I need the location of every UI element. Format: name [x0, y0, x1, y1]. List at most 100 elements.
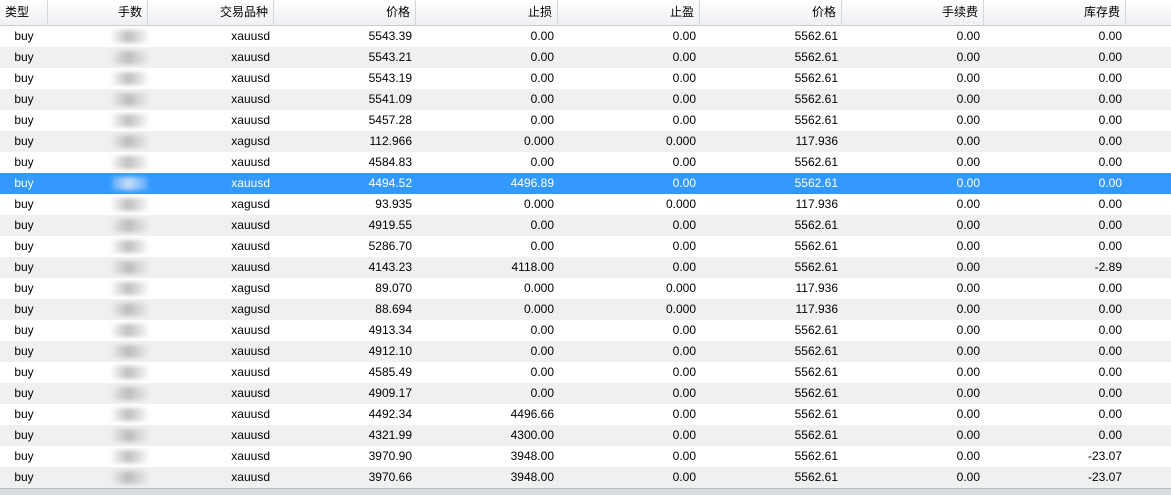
- table-row[interactable]: buy xauusd 4919.55 0.00 0.00 5562.61 0.00 0.00: [0, 215, 1171, 236]
- cell-stop-loss: 0.00: [530, 218, 554, 232]
- cell-price-open: 5543.19: [368, 71, 412, 85]
- cell-take-profit: 0.00: [672, 155, 696, 169]
- column-header-symbol[interactable]: 交易品种: [148, 0, 274, 25]
- redacted-lots-value: [112, 30, 148, 43]
- table-row[interactable]: buy xauusd 4909.17 0.00 0.00 5562.61 0.00 0.00: [0, 383, 1171, 404]
- table-body: buy xauusd 5543.39 0.00 0.00 5562.61 0.00 0.00 b…: [0, 26, 1171, 488]
- cell-price-open: 4913.34: [368, 323, 412, 337]
- cell-price-current: 5562.61: [794, 323, 838, 337]
- cell-price-current: 117.936: [795, 197, 839, 211]
- table-row[interactable]: buy xauusd 5543.21 0.00 0.00 5562.61 0.00 0.00: [0, 47, 1171, 68]
- redacted-lots-value: [112, 387, 148, 400]
- redacted-lots-value: [112, 198, 148, 211]
- cell-swap: -23.07: [1087, 449, 1122, 463]
- column-header-stop-loss[interactable]: 止损: [416, 0, 558, 25]
- column-header-type[interactable]: 类型: [0, 0, 48, 25]
- cell-stop-loss: 0.000: [523, 134, 554, 148]
- redacted-lots-value: [112, 450, 148, 463]
- cell-price-open: 93.935: [375, 197, 412, 211]
- cell-price-current: 5562.61: [794, 29, 838, 43]
- table-row[interactable]: buy xagusd 89.070 0.000 0.000 117.936 0.00 0.00: [0, 278, 1171, 299]
- table-row[interactable]: buy xauusd 4913.34 0.00 0.00 5562.61 0.00 0.00: [0, 320, 1171, 341]
- cell-type: buy: [14, 344, 34, 358]
- cell-commission: 0.00: [956, 134, 980, 148]
- cell-take-profit: 0.000: [665, 281, 696, 295]
- table-row[interactable]: buy xauusd 3970.90 3948.00 0.00 5562.61 0.00 -2…: [0, 446, 1171, 467]
- cell-price-current: 5562.61: [794, 365, 838, 379]
- cell-take-profit: 0.00: [672, 176, 696, 190]
- cell-swap: 0.00: [1098, 323, 1122, 337]
- table-row[interactable]: buy xagusd 112.966 0.000 0.000 117.936 0.00 0.0…: [0, 131, 1171, 152]
- cell-stop-loss: 4118.00: [511, 260, 555, 274]
- cell-swap: 0.00: [1098, 218, 1122, 232]
- table-row[interactable]: buy xauusd 5457.28 0.00 0.00 5562.61 0.00 0.00: [0, 110, 1171, 131]
- cell-symbol: xauusd: [231, 29, 270, 43]
- cell-price-current: 5562.61: [794, 218, 838, 232]
- cell-commission: 0.00: [956, 113, 980, 127]
- cell-symbol: xauusd: [231, 323, 270, 337]
- cell-commission: 0.00: [956, 449, 980, 463]
- cell-symbol: xauusd: [231, 344, 270, 358]
- cell-symbol: xauusd: [231, 365, 270, 379]
- cell-price-current: 5562.61: [794, 92, 838, 106]
- cell-stop-loss: 0.00: [530, 155, 554, 169]
- cell-symbol: xauusd: [231, 239, 270, 253]
- cell-price-current: 5562.61: [794, 239, 838, 253]
- cell-stop-loss: 0.00: [530, 344, 554, 358]
- table-row[interactable]: buy xauusd 5543.39 0.00 0.00 5562.61 0.00 0.00: [0, 26, 1171, 47]
- cell-swap: 0.00: [1098, 302, 1122, 316]
- table-row[interactable]: buy xauusd 4492.34 4496.66 0.00 5562.61 0.00 0.…: [0, 404, 1171, 425]
- cell-take-profit: 0.00: [672, 365, 696, 379]
- table-row[interactable]: buy xauusd 5541.09 0.00 0.00 5562.61 0.00 0.00: [0, 89, 1171, 110]
- cell-commission: 0.00: [956, 386, 980, 400]
- column-header-lots[interactable]: 手数: [48, 0, 148, 25]
- column-header-commission[interactable]: 手续费: [842, 0, 984, 25]
- column-header-filler: [1126, 0, 1171, 25]
- table-row[interactable]: buy xauusd 3970.66 3948.00 0.00 5562.61 0.00 -2…: [0, 467, 1171, 488]
- cell-swap: 0.00: [1098, 113, 1122, 127]
- column-header-price-current[interactable]: 价格: [700, 0, 842, 25]
- column-header-take-profit[interactable]: 止盈: [558, 0, 700, 25]
- cell-price-open: 3970.66: [368, 470, 412, 484]
- cell-stop-loss: 3948.00: [510, 470, 554, 484]
- cell-price-open: 4585.49: [368, 365, 412, 379]
- redacted-lots-value: [112, 471, 148, 484]
- cell-price-open: 4919.55: [368, 218, 412, 232]
- cell-type: buy: [14, 113, 34, 127]
- cell-price-current: 5562.61: [794, 50, 838, 64]
- table-row[interactable]: buy xauusd 4143.23 4118.00 0.00 5562.61 0.00 -2…: [0, 257, 1171, 278]
- cell-price-current: 117.936: [795, 134, 839, 148]
- cell-swap: 0.00: [1098, 344, 1122, 358]
- table-row[interactable]: buy xauusd 4585.49 0.00 0.00 5562.61 0.00 0.00: [0, 362, 1171, 383]
- cell-symbol: xauusd: [231, 428, 270, 442]
- cell-symbol: xagusd: [231, 281, 270, 295]
- cell-take-profit: 0.00: [672, 239, 696, 253]
- cell-commission: 0.00: [956, 155, 980, 169]
- cell-take-profit: 0.00: [672, 407, 696, 421]
- table-row[interactable]: buy xagusd 93.935 0.000 0.000 117.936 0.00 0.00: [0, 194, 1171, 215]
- table-row[interactable]: buy xauusd 5286.70 0.00 0.00 5562.61 0.00 0.00: [0, 236, 1171, 257]
- table-row[interactable]: buy xauusd 4494.52 4496.89 0.00 5562.61 0.00 0.…: [0, 173, 1171, 194]
- table-row[interactable]: buy xauusd 4321.99 4300.00 0.00 5562.61 0.00 0.…: [0, 425, 1171, 446]
- table-row[interactable]: buy xauusd 4584.83 0.00 0.00 5562.61 0.00 0.00: [0, 152, 1171, 173]
- redacted-lots-value: [112, 366, 148, 379]
- table-header: 类型 手数 交易品种 价格 止损 止盈 价格 手续费 库存费: [0, 0, 1171, 26]
- cell-type: buy: [14, 50, 34, 64]
- cell-symbol: xauusd: [231, 71, 270, 85]
- cell-type: buy: [14, 281, 34, 295]
- table-row[interactable]: buy xagusd 88.694 0.000 0.000 117.936 0.00 0.00: [0, 299, 1171, 320]
- column-header-price-open[interactable]: 价格: [274, 0, 416, 25]
- redacted-lots-value: [112, 177, 148, 190]
- cell-swap: 0.00: [1098, 71, 1122, 85]
- cell-swap: 0.00: [1098, 407, 1122, 421]
- cell-commission: 0.00: [956, 239, 980, 253]
- cell-take-profit: 0.00: [672, 449, 696, 463]
- table-row[interactable]: buy xauusd 4912.10 0.00 0.00 5562.61 0.00 0.00: [0, 341, 1171, 362]
- column-header-swap[interactable]: 库存费: [984, 0, 1126, 25]
- redacted-lots-value: [112, 324, 148, 337]
- cell-stop-loss: 3948.00: [510, 449, 554, 463]
- cell-swap: 0.00: [1098, 155, 1122, 169]
- table-row[interactable]: buy xauusd 5543.19 0.00 0.00 5562.61 0.00 0.00: [0, 68, 1171, 89]
- cell-type: buy: [14, 428, 34, 442]
- positions-grid: 类型 手数 交易品种 价格 止损 止盈 价格 手续费 库存费 buy xauusd…: [0, 0, 1171, 495]
